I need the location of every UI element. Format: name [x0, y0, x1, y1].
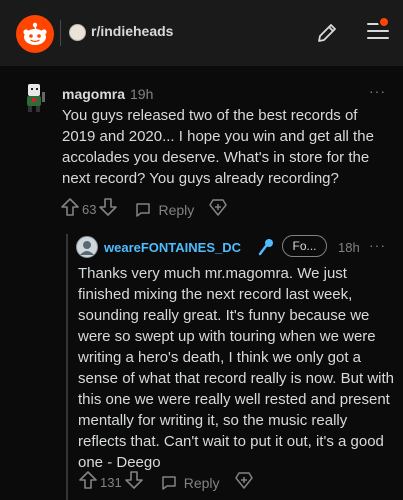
avatar[interactable] — [18, 78, 54, 114]
more-options-button[interactable]: ··· — [369, 237, 386, 253]
reply-label: Reply — [183, 474, 220, 491]
downvote-icon[interactable] — [98, 197, 118, 222]
edit-icon[interactable] — [315, 21, 339, 45]
comment-timestamp: 19h — [130, 86, 154, 102]
award-icon[interactable] — [234, 470, 254, 495]
top-bar: r/indieheads — [0, 0, 403, 66]
microphone-icon — [256, 237, 276, 257]
upvote-icon[interactable] — [60, 197, 80, 222]
comment-actions: 63 Reply — [60, 197, 228, 222]
comment-username[interactable]: magomra — [62, 86, 125, 102]
subreddit-avatar[interactable] — [69, 24, 86, 41]
more-options-button[interactable]: ··· — [369, 83, 386, 99]
notification-dot — [378, 16, 390, 28]
reply-icon — [161, 475, 176, 490]
reply-icon — [136, 202, 151, 217]
upvote-icon[interactable] — [78, 470, 98, 495]
header-divider — [60, 20, 61, 46]
downvote-icon[interactable] — [124, 470, 144, 495]
award-icon[interactable] — [208, 197, 228, 222]
reddit-logo-icon[interactable] — [16, 15, 54, 53]
comment-timestamp: 18h — [338, 240, 360, 255]
reply-button[interactable]: Reply — [134, 201, 194, 219]
subreddit-name[interactable]: r/indieheads — [91, 23, 173, 39]
avatar[interactable] — [76, 236, 98, 258]
vote-score: 63 — [82, 202, 97, 217]
comment-body: Thanks very much mr.magomra. We just fin… — [78, 265, 394, 471]
thread-line[interactable] — [66, 234, 68, 500]
reply-button[interactable]: Reply — [160, 474, 220, 492]
user-flair: Fo... — [282, 235, 327, 257]
vote-score: 131 — [100, 475, 122, 490]
comment-actions: 131 Reply — [78, 470, 254, 495]
reply-label: Reply — [158, 201, 195, 218]
comment-username[interactable]: weareFONTAINES_DC — [104, 240, 241, 255]
comment-body: You guys released two of the best record… — [62, 107, 374, 187]
